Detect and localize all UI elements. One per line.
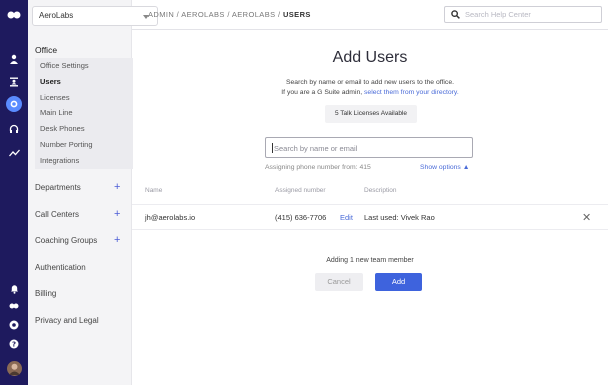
add-icon[interactable]: + (114, 208, 120, 220)
show-options-link[interactable]: Show options ▲ (420, 164, 469, 171)
sidebar-item-licenses[interactable]: Licenses (35, 90, 133, 106)
gsuite-prefix: If you are a G Suite admin, (281, 89, 363, 96)
avatar[interactable] (0, 361, 28, 376)
add-icon[interactable]: + (114, 234, 120, 246)
text-cursor (272, 143, 273, 153)
adding-count-text: Adding 1 new team member (326, 257, 414, 264)
close-icon[interactable]: ✕ (582, 211, 591, 224)
add-users-panel: Add Users Search by name or email to add… (132, 31, 608, 385)
sidebar-item-label: Call Centers (35, 210, 80, 219)
sidebar-item-desk-phones[interactable]: Desk Phones (35, 121, 133, 137)
dialpad-icon[interactable] (0, 303, 28, 309)
account-name: AeroLabs (39, 11, 74, 20)
directory-link[interactable]: select them from your directory. (364, 89, 459, 96)
breadcrumb: ADMIN / AEROLABS / AEROLABS / USERS (148, 10, 311, 19)
breadcrumb-current: USERS (282, 10, 311, 19)
page-title: Add Users (332, 49, 408, 66)
headset-icon[interactable] (0, 124, 28, 134)
row-description: Last used: Vivek Rao (364, 213, 435, 222)
sidebar-item-integrations[interactable]: Integrations (35, 153, 133, 169)
help-search-placeholder: Search Help Center (465, 10, 531, 19)
sidebar-item-label: Billing (35, 289, 57, 298)
cancel-button[interactable]: Cancel (315, 273, 363, 291)
edit-number-link[interactable]: Edit (340, 213, 353, 222)
sidebar-item-label: Departments (35, 183, 81, 192)
contacts-icon[interactable] (0, 77, 28, 87)
sidebar-item-office-settings[interactable]: Office Settings (35, 58, 133, 74)
analytics-icon[interactable] (0, 149, 28, 157)
search-icon (451, 10, 460, 19)
notification-icon[interactable] (0, 284, 28, 294)
description-line-1: Search by name or email to add new users… (285, 79, 454, 86)
help-icon[interactable] (0, 320, 28, 330)
sidebar-item-main-line[interactable]: Main Line (35, 105, 133, 121)
admin-nav: AeroLabs Office Office Settings Users Lice… (28, 0, 158, 385)
sidebar-item-label: Authentication (35, 263, 86, 272)
row-email: jh@aerolabs.io (145, 213, 196, 222)
top-bar: ADMIN / AEROLABS / AEROLABS / USERS Sear… (132, 0, 608, 30)
sidebar-item-users[interactable]: Users (35, 74, 133, 90)
column-header-number: Assigned number (275, 187, 326, 194)
user-icon[interactable] (0, 54, 28, 64)
description-line-2: If you are a G Suite admin, select them … (132, 89, 608, 96)
row-number: (415) 636-7706 (275, 213, 327, 222)
support-icon[interactable]: ? (0, 339, 28, 349)
dialpad-logo-icon[interactable] (0, 10, 28, 20)
office-heading: Office (35, 45, 58, 55)
licenses-badge: 5 Talk Licenses Available (325, 105, 417, 123)
sidebar-item-label: Privacy and Legal (35, 316, 99, 325)
svg-text:?: ? (12, 341, 16, 349)
table-row: jh@aerolabs.io (415) 636-7706 Edit Last … (132, 204, 608, 230)
column-header-description: Description (364, 187, 397, 194)
app-rail: ? (0, 0, 28, 385)
breadcrumb-path[interactable]: ADMIN / AEROLABS / AEROLABS / (148, 10, 283, 19)
settings-icon[interactable] (0, 96, 28, 112)
sidebar-item-label: Coaching Groups (35, 236, 98, 245)
sidebar-item-number-porting[interactable]: Number Porting (35, 137, 133, 153)
user-search-input[interactable]: Search by name or email (265, 137, 473, 158)
user-search-placeholder: Search by name or email (274, 144, 358, 153)
assigning-number-text: Assigning phone number from: 415 (265, 164, 371, 171)
office-submenu: Office Settings Users Licenses Main Line Des… (35, 58, 133, 169)
help-search-input[interactable]: Search Help Center (444, 6, 602, 23)
add-icon[interactable]: + (114, 181, 120, 193)
column-header-name: Name (145, 187, 163, 194)
add-button[interactable]: Add (375, 273, 422, 291)
